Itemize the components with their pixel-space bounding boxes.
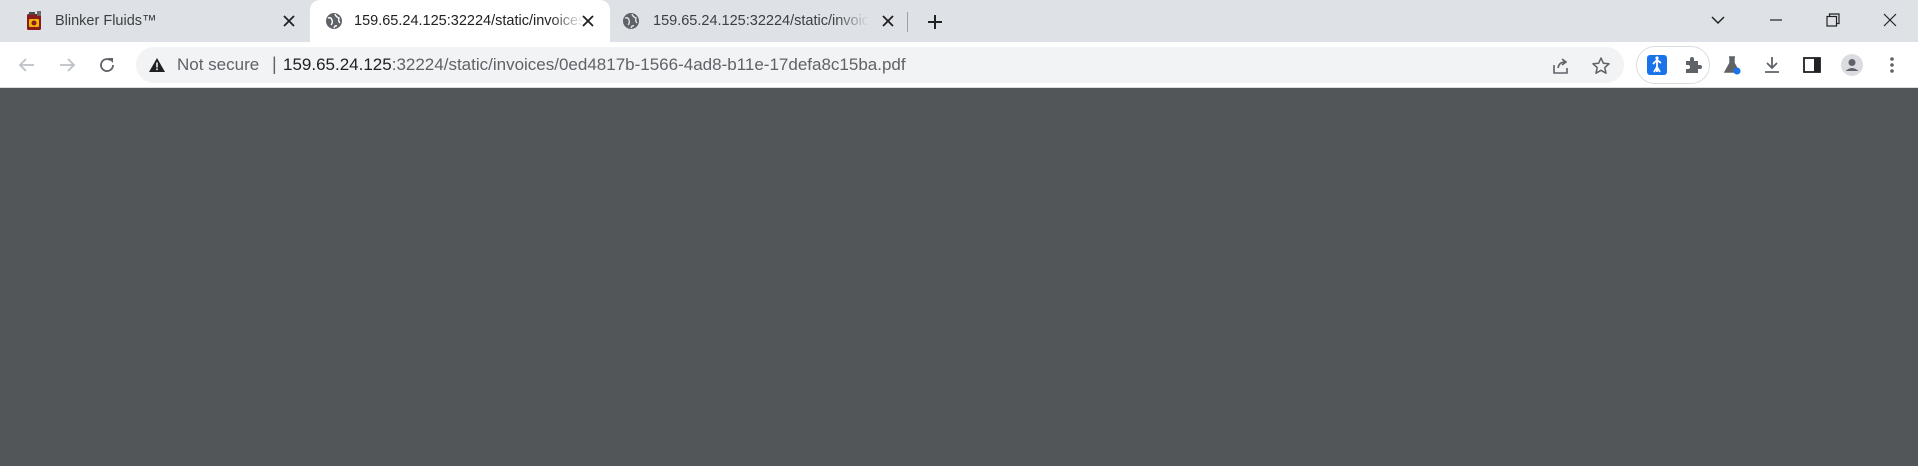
minimize-icon[interactable]: [1759, 6, 1793, 34]
kebab-menu-icon[interactable]: [1880, 53, 1904, 77]
omnibox-divider: |: [272, 54, 277, 74]
pdf-viewer-area[interactable]: [0, 89, 1918, 466]
puzzle-icon[interactable]: [1681, 53, 1705, 77]
download-icon[interactable]: [1760, 53, 1784, 77]
extension-icon[interactable]: [1645, 53, 1669, 77]
forward-arrow-icon[interactable]: [52, 50, 82, 80]
close-icon[interactable]: [878, 11, 898, 31]
close-icon[interactable]: [578, 11, 598, 31]
tab-title: Blinker Fluids™: [55, 13, 157, 29]
star-icon[interactable]: [1589, 54, 1613, 78]
tab-title: 159.65.24.125:32224/static/invoices/0ed4…: [354, 13, 584, 29]
globe-icon: [324, 11, 344, 31]
profile-icon[interactable]: [1840, 53, 1864, 77]
share-icon[interactable]: [1549, 54, 1573, 78]
tab-strip: Blinker Fluids™ 159.65.24.125:32224/stat…: [0, 0, 1918, 42]
side-panel-icon[interactable]: [1800, 53, 1824, 77]
plus-icon[interactable]: [922, 9, 948, 35]
address-bar[interactable]: Not secure | 159.65.24.125:32224/static/…: [136, 47, 1624, 83]
security-label[interactable]: Not secure: [177, 56, 259, 74]
tab-title: 159.65.24.125:32224/static/invoices/0ed4…: [653, 13, 868, 29]
url-host: 159.65.24.125: [283, 55, 392, 74]
chevron-down-icon[interactable]: [1701, 6, 1735, 34]
browser-window: Blinker Fluids™ 159.65.24.125:32224/stat…: [0, 0, 1918, 466]
extension-group: [1636, 46, 1710, 84]
back-arrow-icon[interactable]: [12, 50, 42, 80]
restore-icon[interactable]: [1816, 6, 1850, 34]
tab-invoice[interactable]: 159.65.24.125:32224/static/invoices/0ed4…: [610, 0, 910, 42]
labs-flask-icon[interactable]: [1720, 53, 1744, 77]
globe-icon: [621, 11, 641, 31]
url-path: :32224/static/invoices/0ed4817b-1566-4ad…: [391, 55, 906, 74]
warning-triangle-icon[interactable]: [148, 56, 166, 74]
toolbar: Not secure | 159.65.24.125:32224/static/…: [0, 42, 1918, 88]
tab-invoice-active[interactable]: 159.65.24.125:32224/static/invoices/0ed4…: [310, 0, 610, 42]
close-icon[interactable]: [279, 11, 299, 31]
close-icon[interactable]: [1873, 6, 1907, 34]
tab-separator: [907, 12, 908, 32]
tab-blinker-fluids[interactable]: Blinker Fluids™: [0, 0, 310, 42]
blinker-fluid-can-icon: [24, 11, 44, 31]
url-text[interactable]: 159.65.24.125:32224/static/invoices/0ed4…: [283, 56, 906, 74]
reload-icon[interactable]: [92, 50, 122, 80]
